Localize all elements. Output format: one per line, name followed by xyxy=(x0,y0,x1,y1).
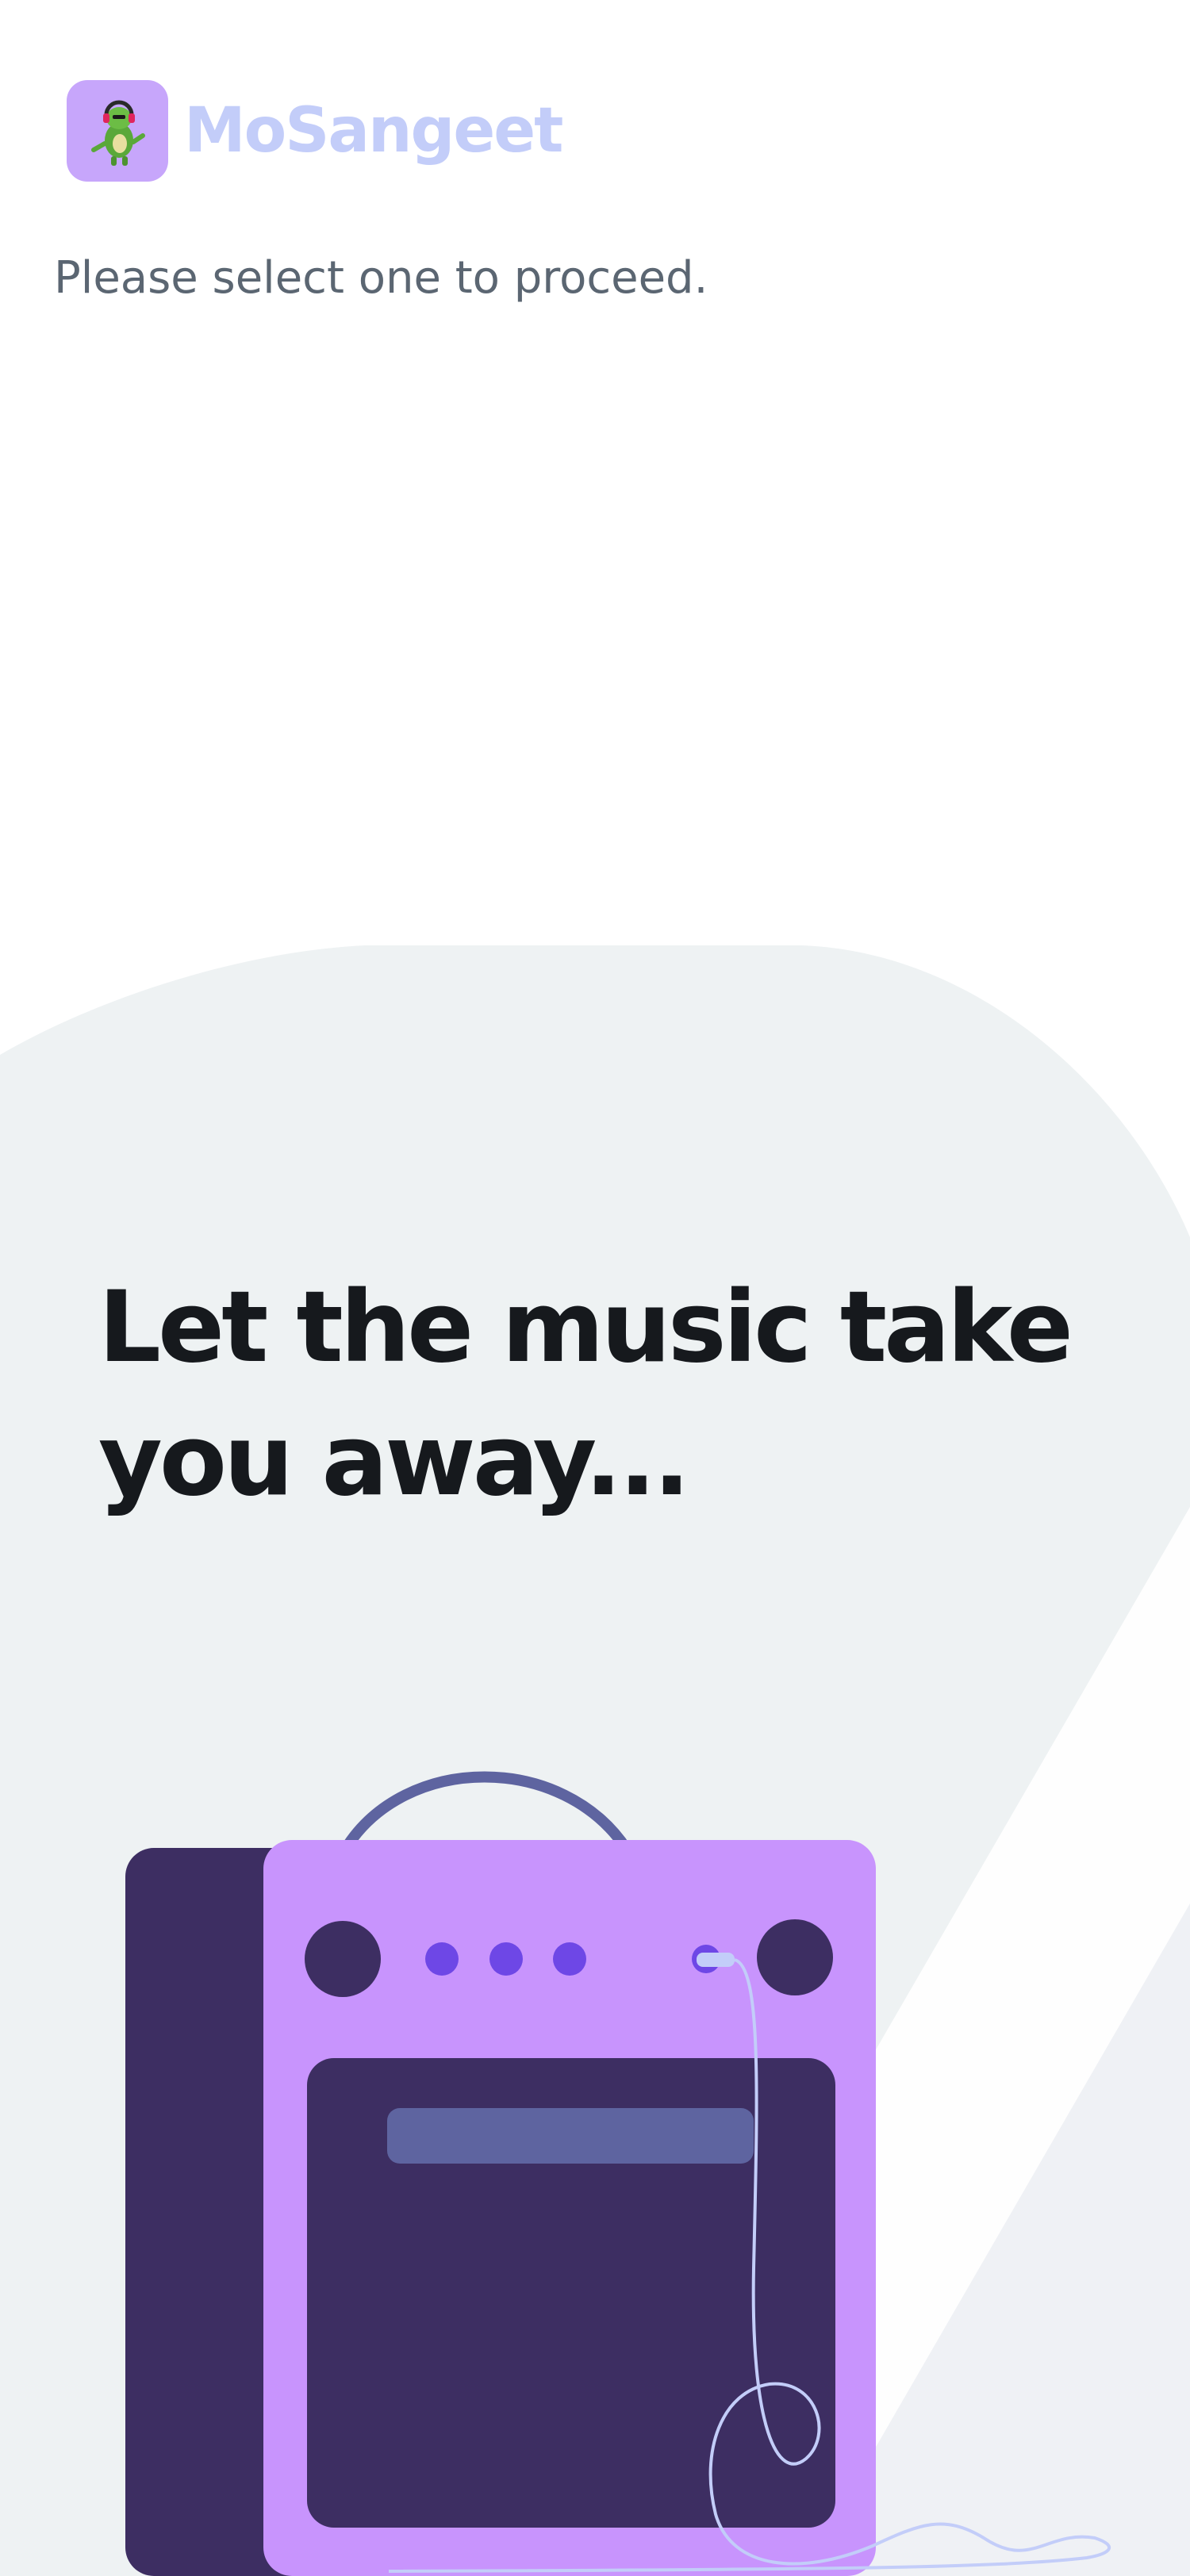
app-header: MoSangeet xyxy=(67,79,563,182)
dinosaur-with-headphones-icon xyxy=(67,80,168,182)
screen: MoSangeet Please select one to proceed. … xyxy=(0,0,1190,2576)
instruction-text: Please select one to proceed. xyxy=(54,252,708,304)
guitar-amplifier-icon xyxy=(125,1771,1111,2576)
app-name: MoSangeet xyxy=(184,95,563,167)
hero-headline: Let the music take you away... xyxy=(98,1271,1073,1518)
